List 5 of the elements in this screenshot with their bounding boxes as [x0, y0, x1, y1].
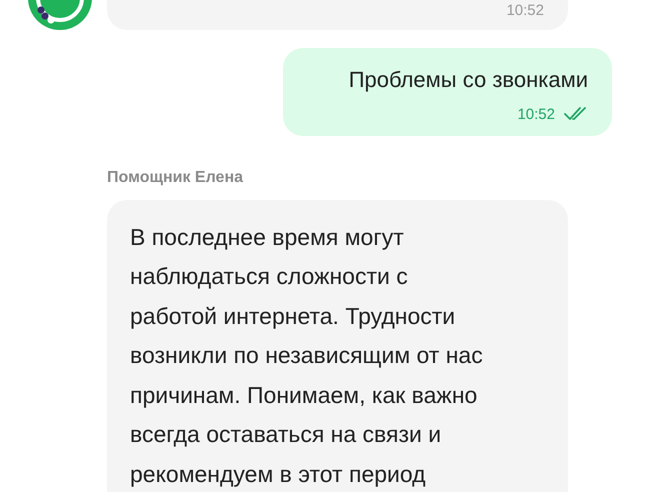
message-text: Проблемы со звонками — [348, 66, 588, 94]
message-time: 10:52 — [506, 3, 544, 18]
message-time: 10:52 — [517, 106, 555, 122]
sender-name: Помощник Елена — [107, 168, 243, 187]
message-text: В последнее время могут наблюдаться сложности с работой интернета. Трудности возникли по независящим от нас причинам. Понимаем, как важно всегда оставаться на связи и рекомендуем в этот период — [130, 222, 484, 489]
